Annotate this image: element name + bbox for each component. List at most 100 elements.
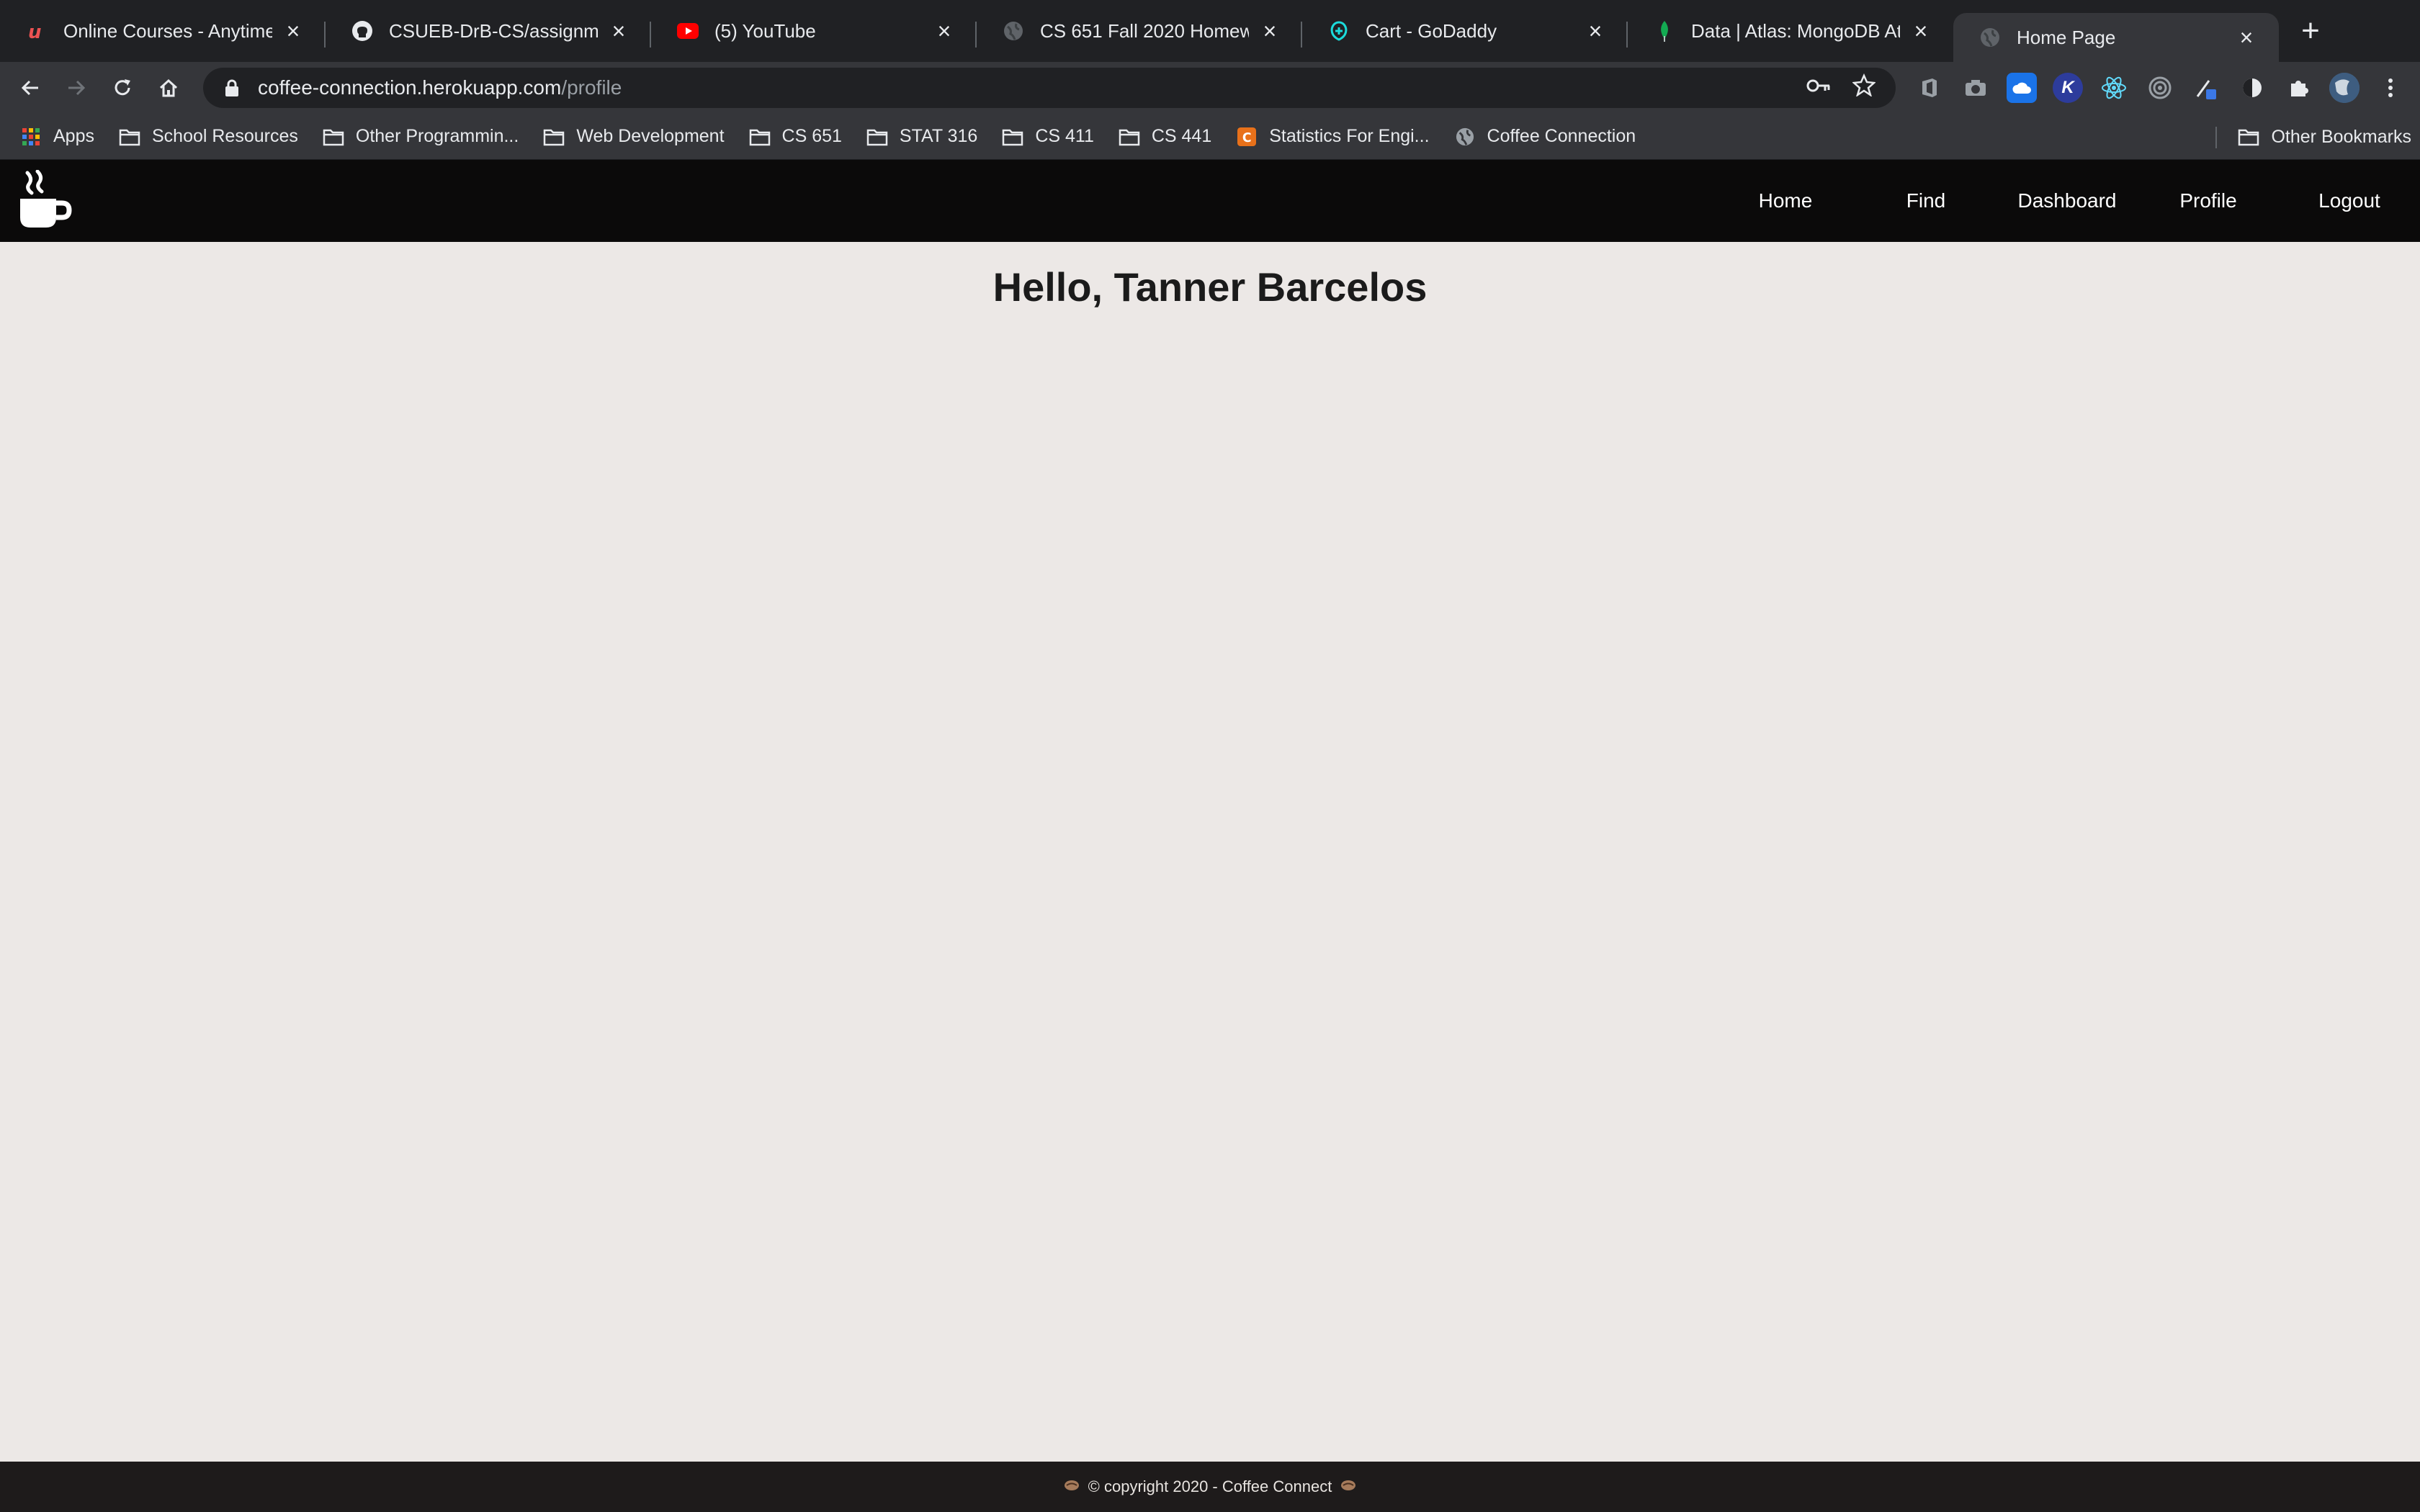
bookmark-label: CS 411 — [1035, 126, 1094, 146]
key-icon[interactable] — [1806, 76, 1831, 100]
address-bar[interactable]: coffee-connection.herokuapp.com/profile — [203, 68, 1896, 108]
tab-title: Data | Atlas: MongoDB Atlas — [1691, 19, 1900, 42]
cloud-icon[interactable] — [2007, 73, 2037, 103]
tab-title: (5) YouTube — [714, 19, 816, 42]
bookmark-link[interactable]: C Statistics For Engi... — [1236, 126, 1430, 147]
nav-links: Home Find Dashboard Profile Logout — [1716, 160, 2420, 242]
folder-icon — [866, 129, 888, 145]
home-button[interactable] — [145, 65, 192, 111]
nav-dashboard[interactable]: Dashboard — [1996, 189, 2138, 212]
other-bookmarks[interactable]: Other Bookmarks — [2238, 127, 2411, 148]
nav-profile[interactable]: Profile — [2138, 189, 2279, 212]
nav-logout[interactable]: Logout — [2279, 189, 2420, 212]
more-vert-icon[interactable] — [2375, 73, 2406, 103]
reload-icon — [115, 79, 130, 96]
close-icon[interactable]: × — [282, 19, 304, 42]
bookmarks-bar: Apps School Resources Other Programmin..… — [0, 114, 2420, 160]
folder-icon — [2238, 129, 2259, 146]
home-icon — [159, 78, 178, 97]
globe-icon — [1456, 127, 1474, 145]
bookmark-label: Apps — [53, 126, 94, 146]
folder-icon — [323, 129, 344, 145]
office-icon[interactable] — [1914, 73, 1945, 103]
close-icon[interactable]: × — [933, 19, 955, 42]
c-brand-icon: C — [1237, 127, 1257, 146]
bookmark-label: School Resources — [151, 126, 298, 146]
bookmark-label: STAT 316 — [899, 126, 978, 146]
bookmark-folder[interactable]: School Resources — [119, 126, 298, 147]
reload-button[interactable] — [99, 65, 145, 111]
tab-title: CSUEB-DrB-CS/assignment- — [389, 19, 598, 42]
browser-toolbar: coffee-connection.herokuapp.com/profile … — [0, 62, 2420, 114]
coffee-bean-icon — [1340, 1477, 1356, 1496]
url-path: /profile — [561, 76, 622, 99]
new-tab-button[interactable]: + — [2289, 9, 2332, 53]
browser-tab-active[interactable]: Home Page × — [1953, 13, 2279, 62]
browser-tab[interactable]: u Online Courses - Anytime, Anywhere × — [0, 0, 326, 62]
svg-text:u: u — [28, 22, 42, 41]
puzzle-icon[interactable] — [2283, 73, 2313, 103]
mongodb-leaf-icon — [1654, 20, 1675, 42]
tab-title: Online Courses - Anytime, Anywhere — [63, 19, 272, 42]
folder-icon — [749, 129, 770, 145]
lock-icon — [225, 79, 238, 96]
folder-icon — [119, 129, 140, 145]
forward-button[interactable] — [53, 65, 99, 111]
close-icon[interactable]: × — [1259, 19, 1281, 42]
tab-title: CS 651 Fall 2020 Homework — [1040, 19, 1249, 42]
bookmark-label: Web Development — [576, 126, 725, 146]
bookmark-folder[interactable]: CS 651 — [749, 126, 842, 147]
bookmark-label: Other Bookmarks — [2271, 126, 2411, 147]
bookmark-folder[interactable]: Other Programmin... — [323, 126, 519, 147]
bookmark-folder[interactable]: CS 411 — [1002, 126, 1094, 147]
tab-title: Cart - GoDaddy — [1366, 19, 1497, 42]
k-extension-icon[interactable]: K — [2053, 73, 2083, 103]
extension-icons: K — [1914, 68, 2406, 108]
nav-home[interactable]: Home — [1716, 189, 1855, 212]
folder-icon — [544, 129, 565, 145]
bookmark-link[interactable]: Coffee Connection — [1454, 126, 1636, 147]
star-icon[interactable] — [1852, 73, 1876, 102]
eyedropper-icon[interactable] — [2191, 73, 2221, 103]
globe-icon — [1003, 20, 1024, 42]
arrow-right-icon — [68, 80, 86, 96]
bookmark-label: Coffee Connection — [1487, 126, 1636, 146]
close-icon[interactable]: × — [608, 19, 629, 42]
svg-text:C: C — [1242, 130, 1252, 145]
bookmark-folder[interactable]: STAT 316 — [866, 126, 977, 147]
tab-title: Home Page — [2017, 26, 2116, 48]
browser-tab[interactable]: Cart - GoDaddy × — [1302, 0, 1628, 62]
bookmark-folder[interactable]: Web Development — [543, 126, 725, 147]
nav-find[interactable]: Find — [1855, 189, 1996, 212]
godaddy-icon — [1328, 20, 1350, 42]
bookmark-label: Statistics For Engi... — [1269, 126, 1430, 146]
back-button[interactable] — [7, 65, 53, 111]
bookmarks-divider — [2215, 127, 2217, 148]
browser-tab[interactable]: (5) YouTube × — [651, 0, 977, 62]
globe-icon — [1979, 27, 2001, 48]
page-title: Hello, Tanner Barcelos — [992, 264, 1428, 310]
apps-grid-icon — [22, 127, 40, 145]
browser-tab[interactable]: CS 651 Fall 2020 Homework × — [977, 0, 1302, 62]
site-footer: © copyright 2020 - Coffee Connect — [0, 1462, 2420, 1512]
close-icon[interactable]: × — [1585, 19, 1606, 42]
coffee-cup-logo-icon[interactable] — [17, 169, 72, 232]
folder-icon — [1119, 129, 1140, 145]
bookmark-label: CS 441 — [1151, 126, 1212, 146]
avatar[interactable] — [2329, 73, 2360, 103]
close-icon[interactable]: × — [1910, 19, 1932, 42]
target-icon[interactable] — [2145, 73, 2175, 103]
react-icon[interactable] — [2099, 73, 2129, 103]
arrow-left-icon — [21, 80, 38, 96]
bookmark-label: CS 651 — [781, 126, 842, 146]
youtube-icon — [677, 20, 699, 42]
close-icon[interactable]: × — [2236, 26, 2257, 49]
udemy-icon: u — [26, 20, 48, 42]
browser-tab[interactable]: Data | Atlas: MongoDB Atlas × — [1628, 0, 1953, 62]
bookmark-folder[interactable]: CS 441 — [1119, 126, 1211, 147]
folder-icon — [1003, 129, 1023, 145]
camera-icon[interactable] — [1960, 73, 1991, 103]
bookmark-apps[interactable]: Apps — [20, 126, 94, 147]
dark-reader-icon[interactable] — [2237, 73, 2267, 103]
browser-tab[interactable]: CSUEB-DrB-CS/assignment- × — [326, 0, 651, 62]
